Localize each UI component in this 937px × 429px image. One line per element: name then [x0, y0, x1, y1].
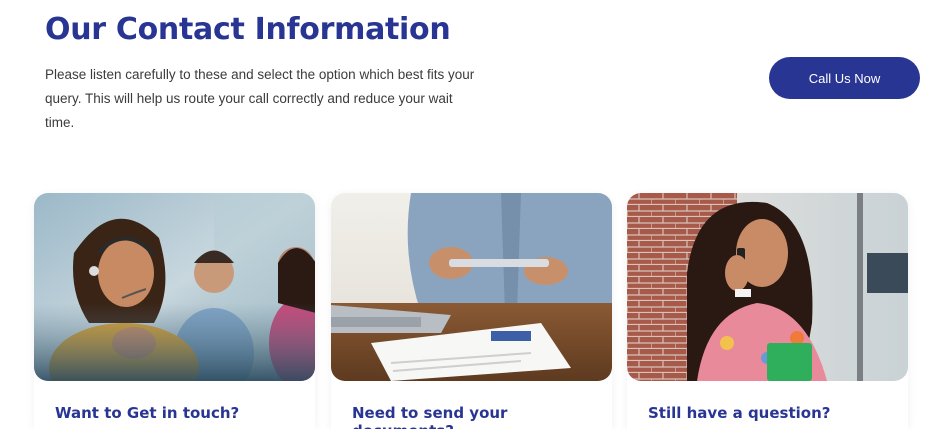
- card-title[interactable]: Need to send your documents?: [352, 404, 612, 429]
- contact-card-question[interactable]: Still have a question?: [627, 193, 908, 429]
- card-title[interactable]: Want to Get in touch?: [55, 404, 239, 422]
- contact-description: Please listen carefully to these and sel…: [45, 67, 475, 130]
- contact-card-get-in-touch[interactable]: Want to Get in touch?: [34, 193, 315, 429]
- call-center-agent-photo: [34, 193, 315, 381]
- card-title[interactable]: Still have a question?: [648, 404, 830, 422]
- call-us-now-button[interactable]: Call Us Now: [769, 57, 920, 99]
- document-handover-photo: [331, 193, 612, 381]
- contact-card-send-documents[interactable]: Need to send your documents?: [331, 193, 612, 429]
- page-title: Our Contact Information: [45, 12, 451, 47]
- woman-on-phone-photo: [627, 193, 908, 381]
- contact-section: Our Contact Information Please listen ca…: [0, 0, 937, 429]
